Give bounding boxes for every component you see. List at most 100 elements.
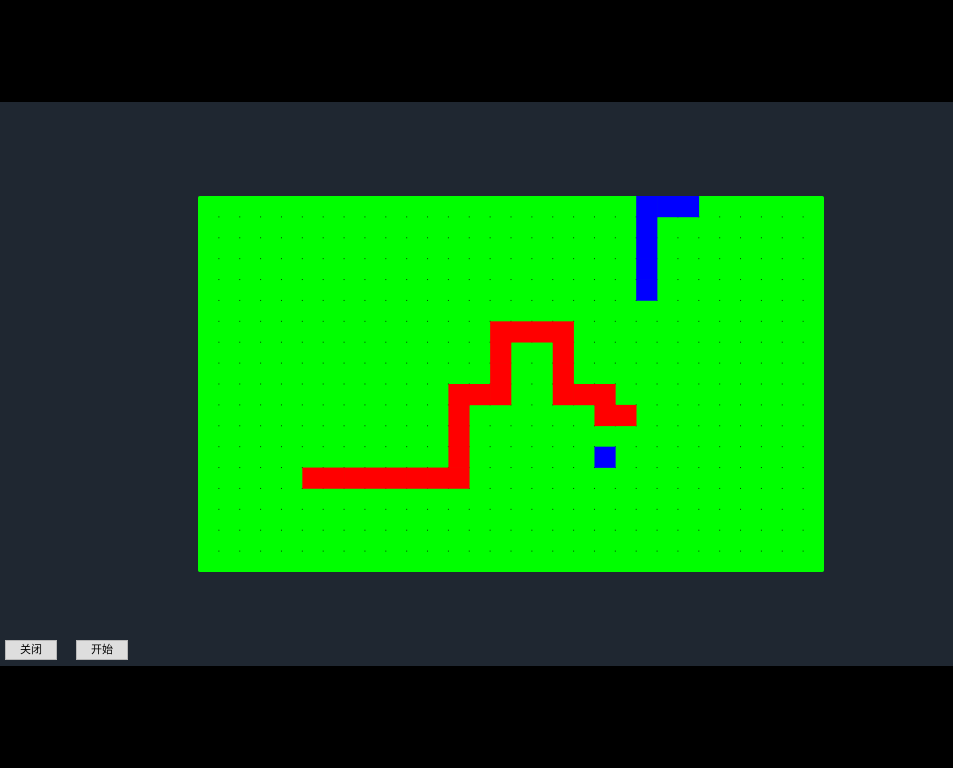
grid-dot (593, 362, 595, 364)
snake-segment (427, 467, 449, 489)
grid-dot (531, 550, 533, 552)
grid-dot (802, 529, 804, 531)
grid-dot (343, 508, 345, 510)
grid-dot (698, 258, 700, 260)
grid-dot (385, 446, 387, 448)
grid-dot (698, 487, 700, 489)
grid-dot (531, 237, 533, 239)
grid-dot (573, 446, 575, 448)
snake-segment (490, 384, 512, 406)
grid-dot (677, 383, 679, 385)
grid-dot (531, 404, 533, 406)
grid-dot (510, 279, 512, 281)
grid-dot (468, 550, 470, 552)
grid-dot (343, 341, 345, 343)
grid-dot (301, 425, 303, 427)
grid-dot (280, 237, 282, 239)
grid-dot (698, 341, 700, 343)
grid-dot (802, 320, 804, 322)
grid-dot (406, 508, 408, 510)
grid-dot (531, 299, 533, 301)
snake-segment (448, 384, 470, 406)
snake-segment (531, 321, 554, 343)
grid-dot (677, 320, 679, 322)
snake-segment (552, 342, 574, 364)
close-button[interactable]: 关闭 (5, 640, 57, 660)
grid-dot (260, 425, 262, 427)
grid-dot (614, 362, 616, 364)
grid-dot (343, 446, 345, 448)
grid-dot (531, 508, 533, 510)
grid-dot (280, 362, 282, 364)
grid-dot (468, 320, 470, 322)
snake-segment (615, 404, 637, 427)
grid-dot (218, 216, 220, 218)
grid-dot (760, 299, 762, 301)
grid-dot (593, 508, 595, 510)
grid-dot (593, 550, 595, 552)
grid-dot (677, 362, 679, 364)
grid-dot (280, 487, 282, 489)
grid-dot (573, 508, 575, 510)
grid-dot (698, 279, 700, 281)
grid-dot (614, 529, 616, 531)
grid-dot (802, 508, 804, 510)
grid-dot (510, 237, 512, 239)
grid-dot (468, 299, 470, 301)
grid-dot (343, 216, 345, 218)
grid-dot (343, 383, 345, 385)
grid-dot (447, 258, 449, 260)
grid-dot (301, 362, 303, 364)
grid-dot (489, 299, 491, 301)
grid-dot (698, 299, 700, 301)
grid-dot (677, 508, 679, 510)
grid-dot (260, 216, 262, 218)
grid-dot (427, 237, 429, 239)
grid-dot (510, 299, 512, 301)
grid-dot (552, 467, 554, 469)
grid-dot (239, 529, 241, 531)
grid-dot (740, 404, 742, 406)
grid-dot (614, 508, 616, 510)
snake-segment (406, 467, 428, 489)
grid-dot (260, 446, 262, 448)
grid-dot (614, 341, 616, 343)
grid-dot (719, 279, 721, 281)
grid-dot (301, 404, 303, 406)
grid-dot (260, 320, 262, 322)
grid-dot (301, 216, 303, 218)
grid-dot (719, 425, 721, 427)
grid-dot (614, 258, 616, 260)
grid-dot (260, 258, 262, 260)
grid-dot (406, 550, 408, 552)
grid-dot (218, 529, 220, 531)
grid-dot (510, 467, 512, 469)
grid-dot (802, 362, 804, 364)
grid-dot (719, 237, 721, 239)
grid-dot (760, 446, 762, 448)
grid-dot (364, 216, 366, 218)
grid-dot (322, 299, 324, 301)
grid-dot (406, 529, 408, 531)
grid-dot (719, 258, 721, 260)
grid-dot (719, 487, 721, 489)
grid-dot (531, 216, 533, 218)
grid-dot (343, 320, 345, 322)
grid-dot (740, 362, 742, 364)
start-button[interactable]: 开始 (76, 640, 128, 660)
grid-dot (468, 216, 470, 218)
grid-dot (364, 258, 366, 260)
grid-dot (280, 299, 282, 301)
grid-dot (322, 279, 324, 281)
snake-segment (448, 425, 470, 447)
grid-dot (552, 508, 554, 510)
grid-dot (447, 508, 449, 510)
grid-dot (427, 425, 429, 427)
grid-dot (573, 529, 575, 531)
grid-dot (593, 320, 595, 322)
grid-dot (531, 467, 533, 469)
grid-dot (280, 258, 282, 260)
grid-dot (510, 258, 512, 260)
grid-dot (740, 467, 742, 469)
grid-dot (698, 529, 700, 531)
